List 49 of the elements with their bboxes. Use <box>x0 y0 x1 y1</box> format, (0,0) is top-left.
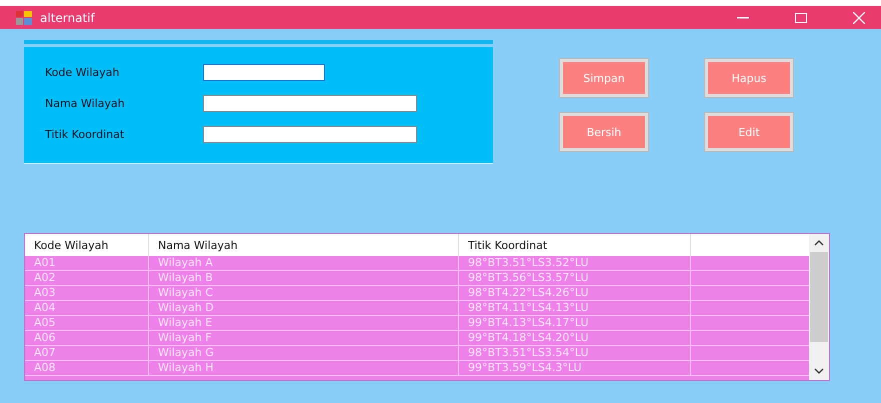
close-icon[interactable] <box>853 12 865 24</box>
table-cell: 98°BT3.51°LS3.54°LU <box>459 346 691 360</box>
table-cell: Wilayah D <box>149 301 459 315</box>
field-label: Nama Wilayah <box>45 97 126 110</box>
table-cell: A06 <box>25 331 149 345</box>
scrollbar-thumb[interactable] <box>810 252 828 342</box>
table-row[interactable]: A07 Wilayah G 98°BT3.51°LS3.54°LU <box>25 346 809 361</box>
table-row[interactable]: A06 Wilayah F 99°BT4.18°LS4.20°LU <box>25 331 809 346</box>
minimize-icon[interactable] <box>737 16 749 18</box>
action-button[interactable]: Edit <box>705 113 793 151</box>
table-cell: 98°BT3.56°LS3.57°LU <box>459 271 691 285</box>
table-row[interactable]: A04 Wilayah D 98°BT4.11°LS4.13°LU <box>25 301 809 316</box>
table-cell: A03 <box>25 286 149 300</box>
table-cell: A02 <box>25 271 149 285</box>
field-label: Titik Koordinat <box>45 128 126 141</box>
table-cell: 98°BT4.11°LS4.13°LU <box>459 301 691 315</box>
table-cell: Wilayah B <box>149 271 459 285</box>
table-cell: A07 <box>25 346 149 360</box>
table-row[interactable]: A02 Wilayah B 98°BT3.56°LS3.57°LU <box>25 271 809 286</box>
table-cell: Wilayah A <box>149 256 459 270</box>
table-row[interactable]: A08 Wilayah H 99°BT3.59°LS4.3°LU <box>25 361 809 376</box>
input-field[interactable] <box>203 95 417 112</box>
app-icon <box>16 10 32 24</box>
input-field[interactable] <box>203 126 417 143</box>
table-cell: 98°BT3.51°LS3.52°LU <box>459 256 691 270</box>
field-label: Kode Wilayah <box>45 66 120 79</box>
action-button[interactable]: Simpan <box>560 59 648 97</box>
table-cell: 99°BT4.18°LS4.20°LU <box>459 331 691 345</box>
table-cell: Wilayah F <box>149 331 459 345</box>
table-cell: 99°BT4.13°LS4.17°LU <box>459 316 691 330</box>
table-cell: A01 <box>25 256 149 270</box>
table-cell: Wilayah E <box>149 316 459 330</box>
table-row[interactable]: A03 Wilayah C 98°BT4.22°LS4.26°LU <box>25 286 809 301</box>
action-button[interactable]: Bersih <box>560 113 648 151</box>
window-title: alternatif <box>40 10 95 24</box>
table-cell: Wilayah G <box>149 346 459 360</box>
table-cell: A08 <box>25 361 149 375</box>
maximize-icon[interactable] <box>795 12 807 22</box>
table-cell: Wilayah H <box>149 361 459 375</box>
action-button[interactable]: Hapus <box>705 59 793 97</box>
table-row[interactable]: A05 Wilayah E 99°BT4.13°LS4.17°LU <box>25 316 809 331</box>
table-cell: Wilayah C <box>149 286 459 300</box>
table-cell: 98°BT4.22°LS4.26°LU <box>459 286 691 300</box>
input-field[interactable] <box>203 64 325 81</box>
scrollbar[interactable] <box>809 234 829 380</box>
table-row[interactable]: A01 Wilayah A 98°BT3.51°LS3.52°LU <box>25 256 809 271</box>
table-cell: A05 <box>25 316 149 330</box>
table-cell: 99°BT3.59°LS4.3°LU <box>459 361 691 375</box>
table-cell: A04 <box>25 301 149 315</box>
